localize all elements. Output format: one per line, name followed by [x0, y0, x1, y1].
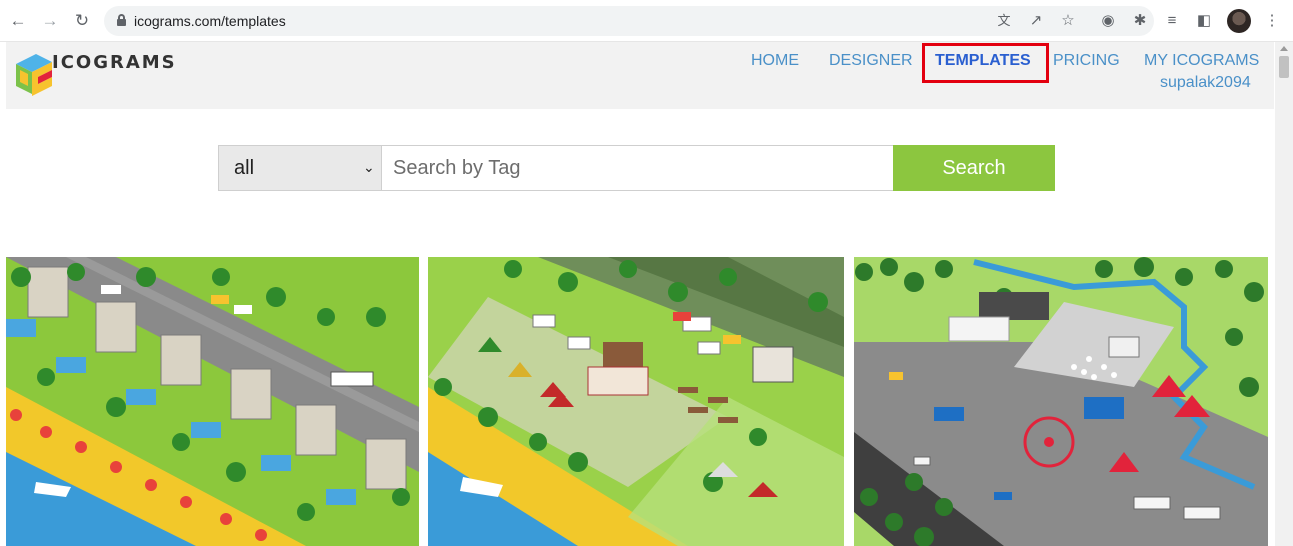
templates-highlight-box — [922, 43, 1049, 83]
nav-pricing[interactable]: PRICING — [1053, 52, 1120, 70]
page-scrollbar[interactable] — [1275, 42, 1293, 546]
nav-my-icograms[interactable]: MY ICOGRAMS — [1144, 52, 1259, 70]
template-card-beach-villas[interactable] — [6, 257, 419, 546]
logo-text[interactable]: ICOGRAMS — [52, 52, 177, 73]
tag-search-input[interactable] — [382, 145, 894, 191]
reload-icon[interactable]: ↻ — [72, 11, 92, 31]
camera-icon[interactable]: ◉ — [1098, 11, 1118, 31]
extensions-icon[interactable]: ✱ — [1130, 11, 1150, 31]
category-select-value: all — [234, 157, 255, 179]
template-card-amusement-park[interactable] — [854, 257, 1268, 546]
search-button[interactable]: Search — [893, 145, 1055, 191]
amusement-park-illustration — [854, 257, 1268, 546]
nav-home[interactable]: HOME — [751, 52, 799, 70]
chevron-down-icon: ⌄ — [363, 159, 375, 175]
beach-villas-illustration — [6, 257, 419, 546]
menu-icon[interactable]: ⋮ — [1262, 11, 1282, 31]
translate-icon[interactable]: 文 — [994, 11, 1014, 31]
address-bar[interactable]: icograms.com/templates 文 ↗ ☆ — [104, 6, 1154, 36]
back-arrow-icon[interactable]: ← — [8, 11, 28, 31]
scroll-thumb[interactable] — [1279, 56, 1289, 78]
profile-avatar[interactable] — [1227, 9, 1251, 33]
lock-icon — [117, 14, 126, 26]
share-icon[interactable]: ↗ — [1026, 11, 1046, 31]
reading-list-icon[interactable]: ≡ — [1162, 11, 1182, 31]
star-icon[interactable]: ☆ — [1058, 11, 1078, 31]
forward-arrow-icon[interactable]: → — [40, 11, 60, 31]
user-account-link[interactable]: supalak2094 — [1160, 74, 1251, 92]
browser-toolbar: ← → ↻ icograms.com/templates 文 ↗ ☆ ◉ ✱ ≡… — [0, 0, 1293, 42]
site-header: ICOGRAMS HOME DESIGNER TEMPLATES PRICING… — [6, 42, 1274, 109]
scroll-up-icon[interactable] — [1280, 46, 1288, 51]
template-card-campground[interactable] — [428, 257, 844, 546]
category-select[interactable]: all ⌄ — [218, 145, 382, 191]
url-text[interactable]: icograms.com/templates — [134, 13, 286, 29]
nav-designer[interactable]: DESIGNER — [829, 52, 913, 70]
campground-illustration — [428, 257, 844, 546]
side-panel-icon[interactable]: ◧ — [1194, 11, 1214, 31]
